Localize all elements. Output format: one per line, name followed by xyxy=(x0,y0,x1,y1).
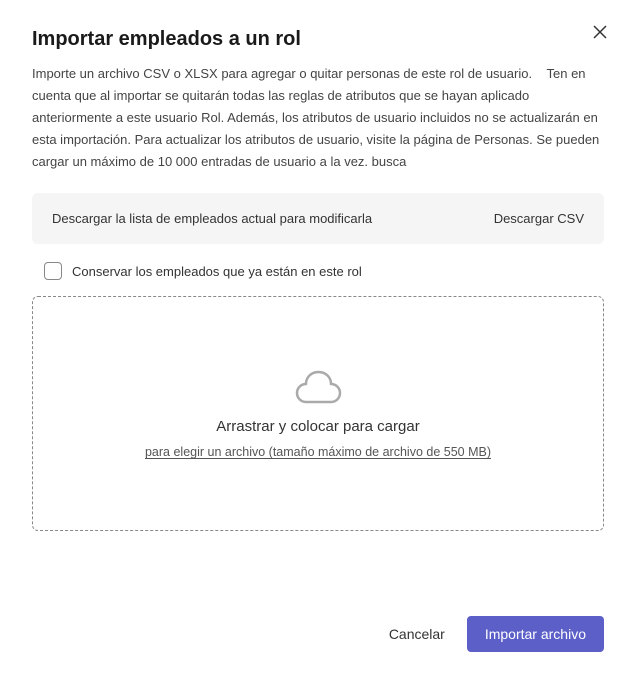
preserve-checkbox[interactable] xyxy=(44,262,62,280)
cloud-icon xyxy=(293,368,343,406)
download-csv-button[interactable]: Descargar CSV xyxy=(494,211,584,226)
cancel-button[interactable]: Cancelar xyxy=(385,618,449,650)
close-button[interactable] xyxy=(588,20,612,44)
dropzone-subtitle: para elegir un archivo (tamaño máximo de… xyxy=(145,445,491,459)
import-file-button[interactable]: Importar archivo xyxy=(467,616,604,652)
preserve-checkbox-label: Conservar los empleados que ya están en … xyxy=(72,264,362,279)
file-dropzone[interactable]: Arrastrar y colocar para cargar para ele… xyxy=(32,296,604,531)
import-dialog: Importar empleados a un rol Importe un a… xyxy=(0,0,636,676)
close-icon xyxy=(593,25,607,39)
dialog-description: Importe un archivo CSV o XLSX para agreg… xyxy=(32,63,604,173)
dialog-title: Importar empleados a un rol xyxy=(32,28,604,51)
download-bar: Descargar la lista de empleados actual p… xyxy=(32,193,604,244)
preserve-checkbox-row: Conservar los empleados que ya están en … xyxy=(32,262,604,280)
dropzone-title: Arrastrar y colocar para cargar xyxy=(216,418,419,435)
download-label: Descargar la lista de empleados actual p… xyxy=(52,211,372,226)
dialog-footer: Cancelar Importar archivo xyxy=(32,596,604,652)
